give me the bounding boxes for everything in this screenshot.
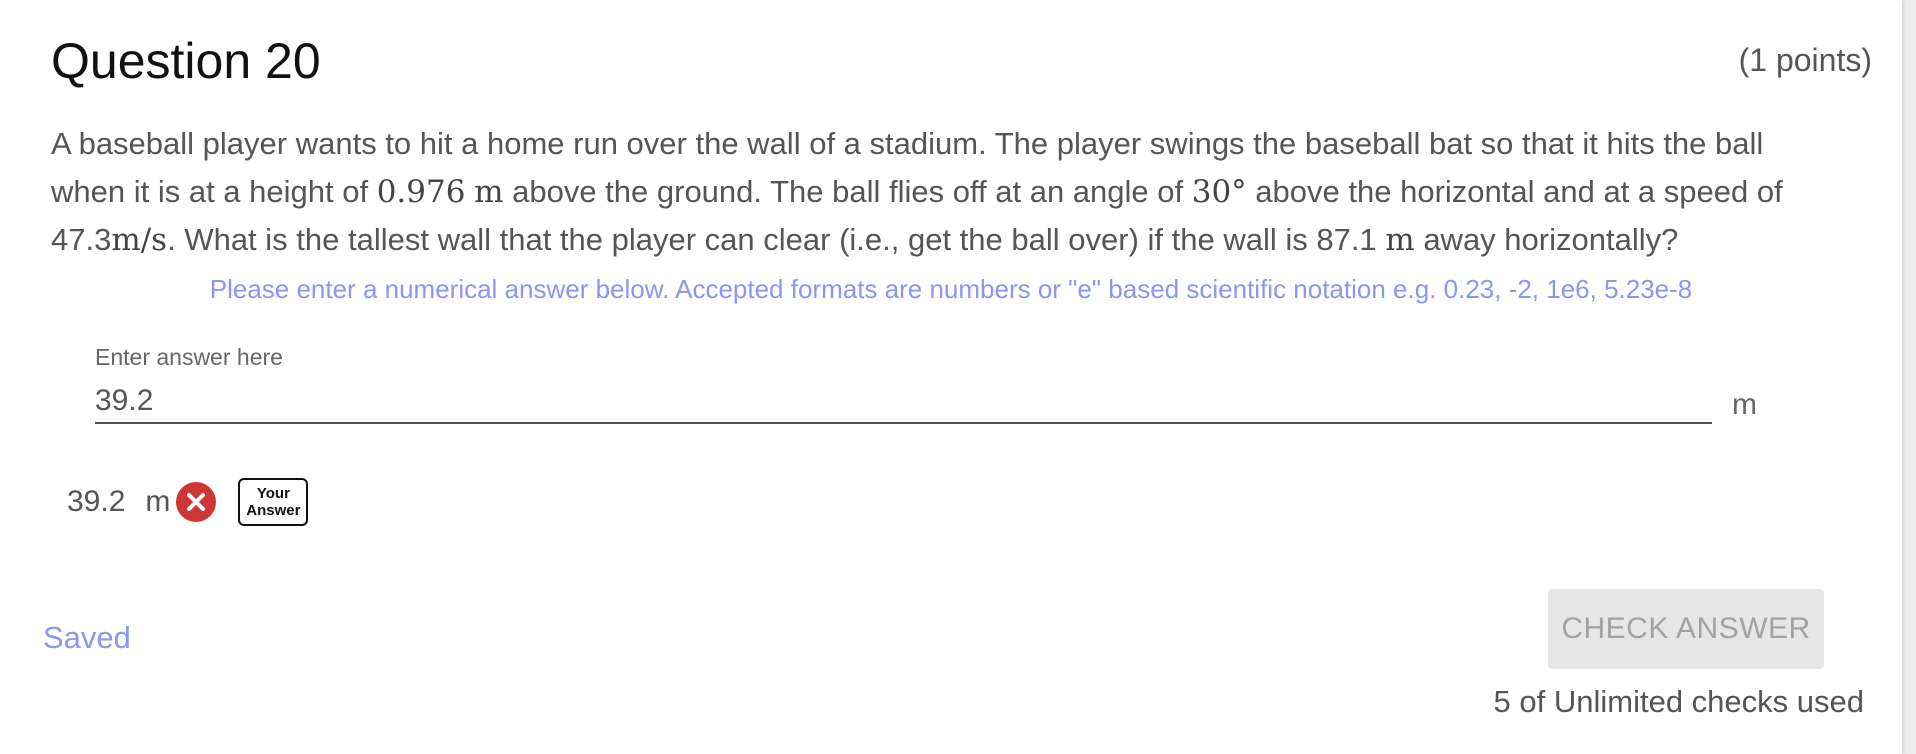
question-text: A baseball player wants to hit a home ru… [51,120,1881,264]
answer-unit: m [1732,388,1757,421]
speed-value: 47.3 [51,222,112,257]
submitted-value: 39.2 [67,485,126,518]
question-line-1: A baseball player wants to hit a home ru… [51,126,1764,161]
height-unit: m [474,174,504,210]
distance-unit: m [1385,222,1415,258]
submitted-answer: 39.2 m Your Answer [67,478,309,526]
question-points: (1 points) [1738,42,1872,78]
question-title: Question 20 [51,33,321,89]
answer-label: Enter answer here [95,344,283,370]
your-answer-badge: Your Answer [238,478,309,526]
question-line-3: 47.3m/s. What is the tallest wall that t… [51,222,1679,258]
badge-line-1: Your [256,485,290,502]
checks-used-text: 5 of Unlimited checks used [1493,684,1864,719]
badge-line-2: Answer [246,502,301,519]
question-line-2: when it is at a height of 0.976 m above … [51,174,1783,210]
question-card: Question 20 (1 points) A baseball player… [0,0,1902,754]
check-answer-button[interactable]: CHECK ANSWER [1548,589,1824,669]
submitted-unit: m [145,485,171,518]
speed-unit: m/s [111,222,168,258]
angle-value: 30° [1191,174,1247,210]
format-hint: Please enter a numerical answer below. A… [209,274,1693,304]
close-icon [176,482,217,522]
height-value: 0.976 [376,174,466,210]
answer-input[interactable] [95,380,1712,424]
saved-status: Saved [43,620,131,655]
